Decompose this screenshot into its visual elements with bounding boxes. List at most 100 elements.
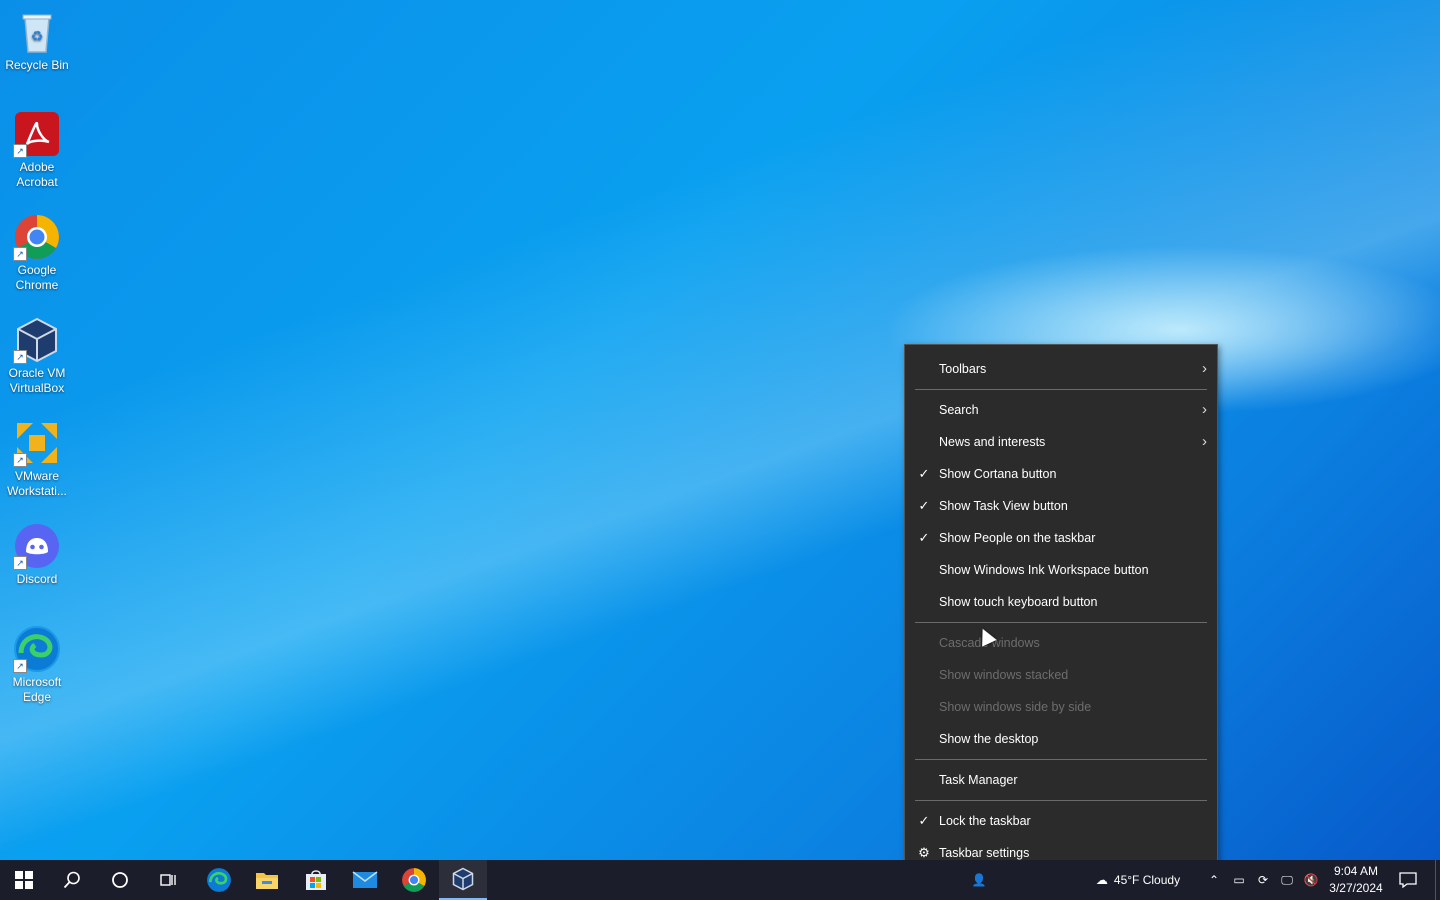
menu-item-show-windows-ink[interactable]: Show Windows Ink Workspace button [905,554,1217,586]
desktop-icon-recycle-bin[interactable]: ♻ Recycle Bin [2,4,72,73]
volume-muted-icon: 🔇 [1303,873,1319,887]
desktop-icon-google-chrome[interactable]: ↗ Google Chrome [2,209,72,293]
desktop-icon-label: Google Chrome [15,263,59,292]
show-hidden-icons-button[interactable]: ⌃ [1204,860,1224,900]
show-desktop-button[interactable] [1435,860,1440,900]
edge-icon [207,868,231,892]
menu-item-show-people[interactable]: ✓ Show People on the taskbar [905,522,1217,554]
recycle-bin-icon: ♻ [13,8,61,56]
desktop-icon-adobe-acrobat[interactable]: ↗ Adobe Acrobat [2,106,72,190]
menu-item-news-and-interests[interactable]: News and interests › [905,426,1217,458]
tray-meet-now[interactable]: ▭ [1228,860,1250,900]
chevron-right-icon: › [1202,433,1207,450]
desktop-icon-virtualbox[interactable]: ↗ Oracle VM VirtualBox [2,312,72,396]
taskbar: 👤 ☁ 45°F Cloudy ⌃ ▭ ⟳ 🖵 🔇 9:04 AM 3/27/2… [0,860,1440,900]
task-view-button[interactable] [144,860,192,900]
desktop-icon-label: Microsoft Edge [12,675,62,704]
taskbar-microsoft-store[interactable] [292,860,340,900]
checkmark-icon: ✓ [918,498,930,513]
menu-item-label: Show windows side by side [939,700,1092,714]
desktop-icon-microsoft-edge[interactable]: ↗ Microsoft Edge [2,621,72,705]
taskbar-virtualbox[interactable] [439,860,487,900]
people-button[interactable]: 👤 [966,860,992,900]
tray-network[interactable]: 🖵 [1276,860,1298,900]
menu-item-show-the-desktop[interactable]: Show the desktop [905,723,1217,755]
menu-separator [915,759,1207,760]
taskbar-edge[interactable] [195,860,243,900]
menu-item-toolbars[interactable]: Toolbars › [905,353,1217,385]
menu-separator [915,800,1207,801]
shortcut-arrow-icon: ↗ [13,453,27,467]
menu-item-label: Show People on the taskbar [939,531,1096,545]
menu-item-label: Show the desktop [939,732,1039,746]
desktop: ♻ Recycle Bin ↗ Adobe Acrobat ↗ Google C… [0,0,1440,860]
menu-item-cascade-windows: Cascade windows [905,627,1217,659]
desktop-icon-label: Discord [16,572,58,586]
file-explorer-icon [256,873,278,889]
chrome-icon: ↗ [13,213,61,261]
menu-item-task-manager[interactable]: Task Manager [905,764,1217,796]
mail-icon [352,871,378,888]
virtualbox-icon: ↗ [13,316,61,364]
shortcut-arrow-icon: ↗ [13,659,27,673]
tray-windows-update[interactable]: ⟳ [1252,860,1274,900]
cloud-icon: ☁ [1095,873,1108,887]
taskbar-context-menu: Toolbars › Search › News and interests ›… [904,344,1218,879]
taskbar-clock[interactable]: 9:04 AM 3/27/2024 [1326,863,1386,897]
menu-item-label: Show touch keyboard button [939,595,1098,609]
checkmark-icon: ✓ [918,466,930,481]
desktop-icon-label: VMware Workstati... [7,469,67,498]
adobe-acrobat-icon: ↗ [13,110,61,158]
menu-item-label: Show Task View button [939,499,1068,513]
menu-item-label: Lock the taskbar [939,814,1031,828]
people-icon: 👤 [971,873,987,887]
desktop-icon-discord[interactable]: ↗ Discord [2,518,72,587]
desktop-icon-vmware[interactable]: ↗ VMware Workstati... [2,415,72,499]
menu-item-label: Task Manager [939,773,1018,787]
news-and-interests-widget[interactable]: ☁ 45°F Cloudy [1078,860,1198,900]
action-center-button[interactable] [1392,860,1424,900]
taskbar-chrome[interactable] [390,860,438,900]
menu-item-search[interactable]: Search › [905,394,1217,426]
desktop-icon-label: Adobe Acrobat [16,160,58,189]
chrome-icon [402,868,426,892]
menu-item-label: Search [939,403,979,417]
store-icon [306,870,326,890]
network-icon: 🖵 [1281,872,1293,887]
cortana-icon [112,872,128,888]
taskbar-file-explorer[interactable] [243,860,291,900]
menu-item-label: Show Windows Ink Workspace button [939,563,1149,577]
checkmark-icon: ✓ [918,813,930,828]
menu-item-show-cortana-button[interactable]: ✓ Show Cortana button [905,458,1217,490]
menu-item-show-touch-keyboard[interactable]: Show touch keyboard button [905,586,1217,618]
menu-item-lock-the-taskbar[interactable]: ✓ Lock the taskbar [905,805,1217,837]
shortcut-arrow-icon: ↗ [13,556,27,570]
vmware-icon: ↗ [13,419,61,467]
taskbar-mail[interactable] [341,860,389,900]
menu-item-show-task-view-button[interactable]: ✓ Show Task View button [905,490,1217,522]
clock-date: 3/27/2024 [1329,881,1383,895]
chevron-right-icon: › [1202,360,1207,377]
discord-icon: ↗ [13,522,61,570]
windows-update-icon: ⟳ [1257,873,1269,887]
start-button[interactable] [0,860,48,900]
menu-separator [915,622,1207,623]
shortcut-arrow-icon: ↗ [13,144,27,158]
tray-volume[interactable]: 🔇 [1300,860,1322,900]
chevron-up-icon: ⌃ [1208,873,1220,887]
edge-icon: ↗ [13,625,61,673]
cortana-button[interactable] [96,860,144,900]
start-icon [15,871,33,889]
search-icon [63,871,80,889]
checkmark-icon: ✓ [918,530,930,545]
svg-text:♻: ♻ [31,28,44,44]
desktop-icon-label: Oracle VM VirtualBox [8,366,66,395]
menu-item-show-windows-side-by-side: Show windows side by side [905,691,1217,723]
search-button[interactable] [48,860,96,900]
notification-icon [1399,872,1417,888]
menu-item-label: Toolbars [939,362,987,376]
menu-item-show-windows-stacked: Show windows stacked [905,659,1217,691]
menu-item-label: Show windows stacked [939,668,1069,682]
menu-item-label: News and interests [939,435,1046,449]
virtualbox-icon [452,867,474,891]
